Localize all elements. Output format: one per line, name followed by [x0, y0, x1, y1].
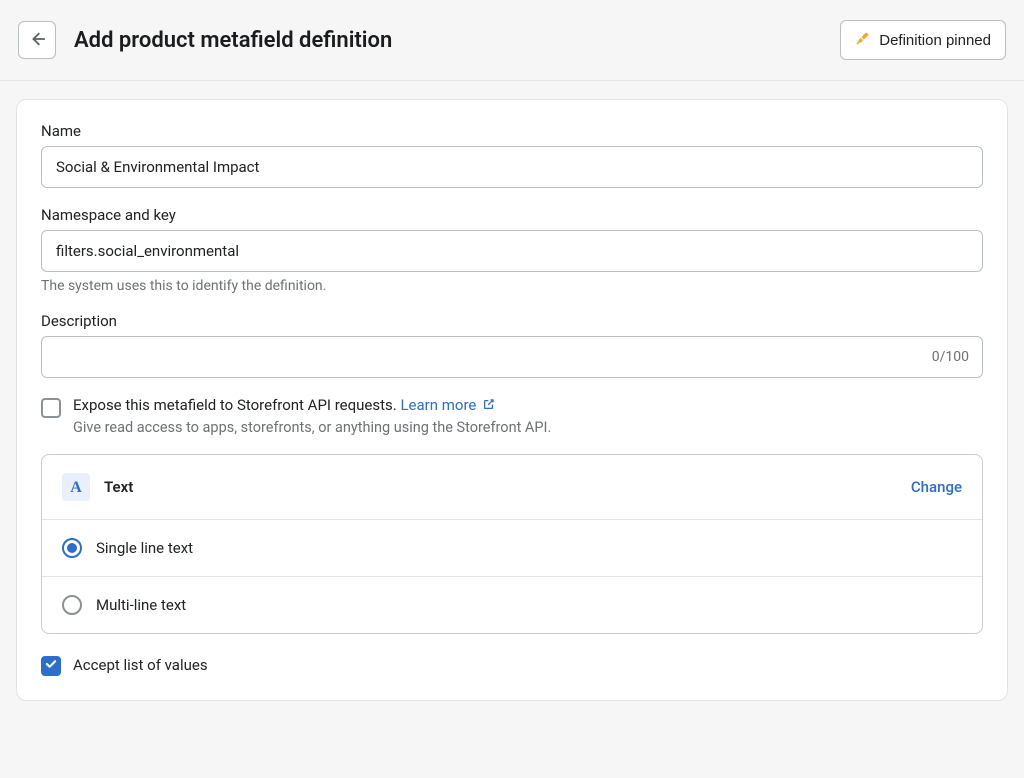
namespace-help-text: The system uses this to identify the def…	[41, 278, 983, 294]
external-link-icon	[482, 397, 495, 415]
learn-more-link[interactable]: Learn more	[400, 396, 495, 414]
radio-multi-line-input[interactable]	[62, 595, 82, 615]
page-title: Add product metafield definition	[74, 28, 840, 53]
accept-list-row: Accept list of values	[41, 654, 983, 676]
description-input[interactable]	[41, 336, 983, 378]
name-label: Name	[41, 122, 983, 140]
type-card: A Text Change Single line text Multi-lin…	[41, 454, 983, 634]
type-name: Text	[104, 478, 911, 496]
check-icon	[44, 657, 58, 675]
pin-icon	[855, 30, 871, 50]
expose-api-checkbox[interactable]	[41, 398, 61, 418]
radio-multi-line[interactable]: Multi-line text	[42, 576, 982, 633]
expose-api-subtext: Give read access to apps, storefronts, o…	[73, 419, 983, 436]
description-field-group: Description 0/100	[41, 312, 983, 378]
definition-card: Name Namespace and key The system uses t…	[16, 99, 1008, 701]
radio-single-line[interactable]: Single line text	[42, 520, 982, 576]
namespace-field-group: Namespace and key The system uses this t…	[41, 206, 983, 294]
page-container: Add product metafield definition Definit…	[0, 0, 1024, 701]
definition-pinned-button[interactable]: Definition pinned	[840, 20, 1006, 60]
arrow-left-icon	[28, 30, 46, 51]
namespace-label: Namespace and key	[41, 206, 983, 224]
namespace-input[interactable]	[41, 230, 983, 272]
radio-single-line-label: Single line text	[96, 539, 193, 557]
radio-single-line-input[interactable]	[62, 538, 82, 558]
expose-api-label-text: Expose this metafield to Storefront API …	[73, 396, 400, 414]
accept-list-checkbox[interactable]	[41, 656, 61, 676]
accept-list-label: Accept list of values	[73, 656, 208, 674]
radio-multi-line-label: Multi-line text	[96, 596, 186, 614]
name-field-group: Name	[41, 122, 983, 188]
expose-api-label: Expose this metafield to Storefront API …	[73, 396, 983, 415]
expose-api-row: Expose this metafield to Storefront API …	[41, 396, 983, 436]
description-label: Description	[41, 312, 983, 330]
page-header: Add product metafield definition Definit…	[0, 0, 1024, 81]
type-header: A Text Change	[42, 455, 982, 520]
change-type-button[interactable]: Change	[911, 478, 962, 496]
svg-text:A: A	[70, 479, 82, 496]
back-button[interactable]	[18, 21, 56, 59]
pin-button-label: Definition pinned	[879, 32, 991, 49]
name-input[interactable]	[41, 146, 983, 188]
text-type-icon: A	[62, 473, 90, 501]
